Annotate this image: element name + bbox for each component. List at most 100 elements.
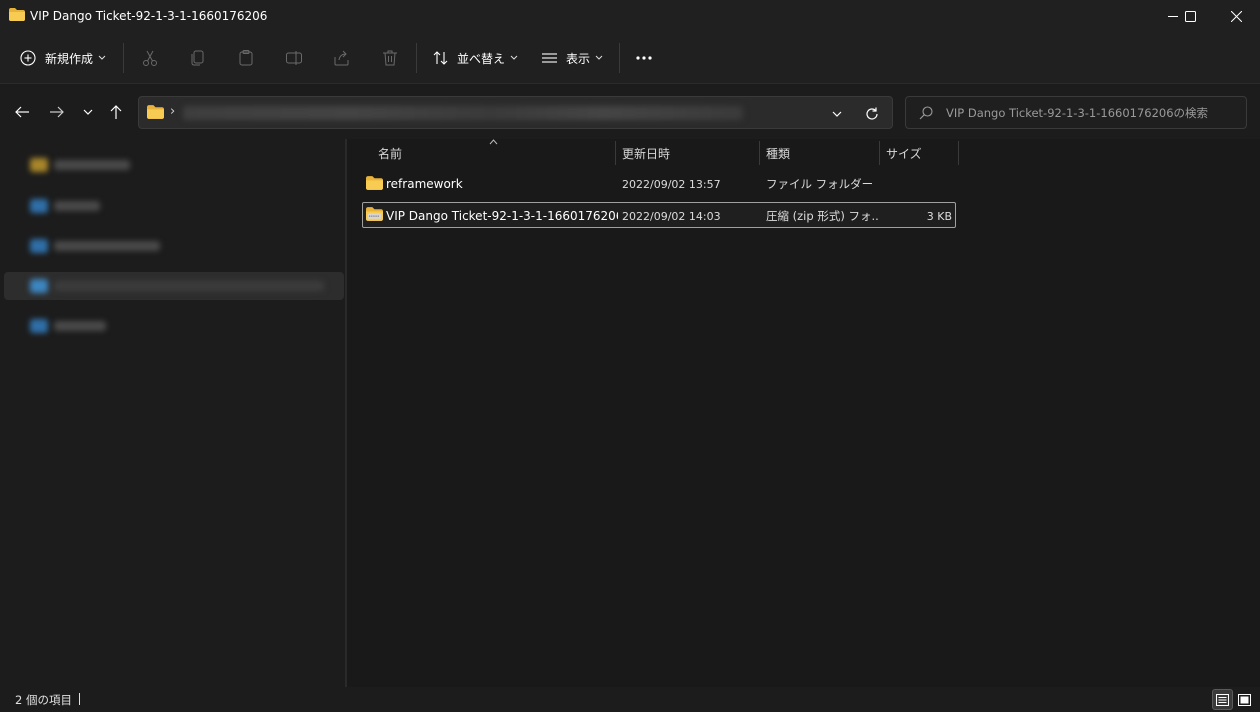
folder-icon xyxy=(9,8,25,21)
file-type: ファイル フォルダー xyxy=(766,177,874,191)
file-modified: 2022/09/02 14:03 xyxy=(622,209,721,223)
nav-item-label-redacted xyxy=(54,321,106,331)
details-view-icon xyxy=(1216,693,1229,706)
delete-button[interactable] xyxy=(378,46,402,70)
column-header-modified[interactable]: 更新日時 xyxy=(622,141,670,165)
file-name: reframework xyxy=(386,177,463,191)
new-button[interactable]: 新規作成 xyxy=(20,42,106,74)
copy-icon xyxy=(191,50,204,66)
chevron-down-icon xyxy=(832,111,842,117)
status-divider xyxy=(79,693,80,705)
nav-item-icon xyxy=(30,319,48,333)
maximize-button[interactable] xyxy=(1167,0,1213,32)
nav-item[interactable] xyxy=(4,192,344,220)
breadcrumb-separator: › xyxy=(170,104,176,119)
chevron-down-icon xyxy=(83,109,93,115)
maximize-icon xyxy=(1184,10,1196,22)
search-input[interactable] xyxy=(946,104,1236,122)
more-options-button[interactable] xyxy=(632,46,656,70)
new-label: 新規作成 xyxy=(45,51,94,66)
column-divider[interactable] xyxy=(615,141,616,165)
nav-item-icon xyxy=(30,199,48,213)
file-name: VIP Dango Ticket-92-1-3-1-1660176206.zip xyxy=(386,209,618,223)
file-row[interactable]: reframework 2022/09/02 13:57 ファイル フォルダー xyxy=(362,171,956,197)
toolbar-divider xyxy=(619,43,620,73)
column-header-size[interactable]: サイズ xyxy=(886,141,922,165)
share-button[interactable] xyxy=(330,46,354,70)
file-row[interactable]: VIP Dango Ticket-92-1-3-1-1660176206.zip… xyxy=(362,202,956,228)
item-count: 2 個の項目 xyxy=(15,693,72,707)
more-icon xyxy=(636,56,652,60)
breadcrumb-redacted xyxy=(183,106,743,120)
address-bar[interactable]: › xyxy=(138,96,893,129)
nav-item[interactable] xyxy=(4,232,344,260)
column-header-name[interactable]: 名前 xyxy=(378,141,402,165)
column-divider[interactable] xyxy=(879,141,880,165)
command-bar: 新規作成 並べ替え 表示 xyxy=(0,32,1260,84)
folder-icon xyxy=(366,176,383,190)
nav-item-icon xyxy=(30,279,48,293)
forward-button[interactable] xyxy=(47,102,67,122)
sort-icon xyxy=(433,51,448,65)
plus-circle-icon xyxy=(20,50,36,66)
clipboard-icon xyxy=(239,50,253,66)
sort-label: 並べ替え xyxy=(457,51,506,66)
list-view-icon xyxy=(542,53,557,63)
nav-item-selected[interactable] xyxy=(4,272,344,300)
nav-item-label-redacted xyxy=(54,201,100,211)
share-icon xyxy=(334,50,349,66)
cut-button[interactable] xyxy=(138,46,162,70)
large-icons-view-icon xyxy=(1238,693,1251,706)
refresh-icon xyxy=(866,107,878,120)
search-box[interactable] xyxy=(905,96,1247,129)
nav-item-label-redacted xyxy=(54,241,160,251)
arrow-left-icon xyxy=(15,106,29,118)
nav-item-icon xyxy=(30,158,48,172)
status-bar: 2 個の項目 xyxy=(0,687,1260,712)
file-type: 圧縮 (zip 形式) フォ... xyxy=(766,209,878,223)
details-view-button[interactable] xyxy=(1212,689,1233,710)
title-bar: VIP Dango Ticket-92-1-3-1-1660176206 xyxy=(0,0,1260,32)
chevron-down-icon xyxy=(510,55,518,60)
file-size: 3 KB xyxy=(926,209,952,223)
file-size xyxy=(882,171,952,197)
view-button[interactable]: 表示 xyxy=(541,42,603,74)
paste-button[interactable] xyxy=(234,46,258,70)
folder-icon xyxy=(147,105,164,119)
rename-button[interactable] xyxy=(282,46,306,70)
address-row: › xyxy=(0,85,1260,139)
copy-button[interactable] xyxy=(186,46,210,70)
tiles-view-button[interactable] xyxy=(1234,689,1255,710)
refresh-button[interactable] xyxy=(863,105,881,123)
scissors-icon xyxy=(143,50,157,66)
up-button[interactable] xyxy=(106,102,126,122)
close-button[interactable] xyxy=(1213,0,1259,32)
address-history-button[interactable] xyxy=(829,106,845,122)
toolbar-divider xyxy=(123,43,124,73)
nav-item-icon xyxy=(30,239,48,253)
navigation-pane xyxy=(0,139,345,687)
column-divider[interactable] xyxy=(759,141,760,165)
window-title: VIP Dango Ticket-92-1-3-1-1660176206 xyxy=(30,9,268,23)
view-label: 表示 xyxy=(566,51,591,66)
nav-item[interactable] xyxy=(4,312,344,340)
close-icon xyxy=(1230,10,1242,22)
arrow-up-icon xyxy=(110,105,122,119)
column-header-type[interactable]: 種類 xyxy=(766,141,790,165)
file-list: 名前 更新日時 種類 サイズ reframework 2022/09/02 13… xyxy=(347,139,1260,687)
search-icon xyxy=(919,106,933,120)
trash-icon xyxy=(383,50,397,66)
arrow-right-icon xyxy=(50,106,64,118)
rename-icon xyxy=(286,51,302,65)
column-divider[interactable] xyxy=(958,141,959,165)
chevron-down-icon xyxy=(595,55,603,60)
recent-locations-button[interactable] xyxy=(78,102,98,122)
zip-folder-icon xyxy=(366,207,383,221)
sort-button[interactable]: 並べ替え xyxy=(432,42,518,74)
nav-item[interactable] xyxy=(4,151,344,179)
toolbar-divider xyxy=(416,43,417,73)
nav-item-label-redacted xyxy=(54,281,324,291)
chevron-down-icon xyxy=(98,55,106,60)
sort-ascending-icon xyxy=(489,139,498,145)
back-button[interactable] xyxy=(12,102,32,122)
